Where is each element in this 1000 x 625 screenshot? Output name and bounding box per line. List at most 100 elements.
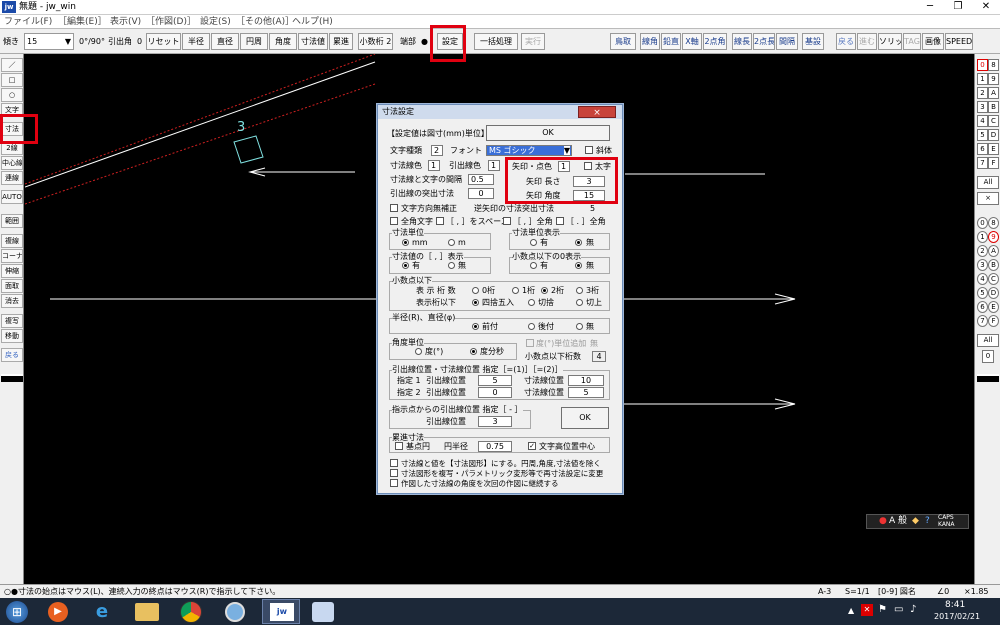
taskbar-jw-button[interactable]: jw bbox=[262, 599, 300, 624]
maximize-button[interactable]: ❐ bbox=[944, 0, 972, 14]
circle-radius-field[interactable]: 0.75 bbox=[478, 441, 512, 452]
layer-group-3[interactable]: 3 bbox=[977, 101, 988, 113]
mail-icon[interactable] bbox=[225, 602, 245, 622]
font-type-field[interactable]: 2 bbox=[431, 145, 443, 156]
layer-group-f[interactable]: F bbox=[988, 157, 999, 169]
layer-3[interactable]: 3 bbox=[977, 259, 988, 271]
cumulative-button[interactable]: 累進 bbox=[329, 33, 353, 50]
comma-yes-radio[interactable] bbox=[402, 262, 409, 269]
slant-checkbox[interactable] bbox=[585, 146, 593, 154]
layer-c[interactable]: C bbox=[988, 273, 999, 285]
erase-tool[interactable]: 消去 bbox=[1, 294, 23, 308]
none-radio[interactable] bbox=[576, 323, 583, 330]
layer-zero[interactable]: 0 bbox=[982, 350, 994, 363]
reverse-arrow-value[interactable]: 5 bbox=[590, 203, 595, 214]
unit-show-yes-radio[interactable] bbox=[530, 239, 537, 246]
layer-group-2[interactable]: 2 bbox=[977, 87, 988, 99]
parallel-line-tool[interactable]: 複線 bbox=[1, 234, 23, 248]
angle-decimal-field[interactable]: 4 bbox=[592, 351, 606, 362]
dialog-close-button[interactable]: × bbox=[578, 106, 616, 118]
layer-1[interactable]: 1 bbox=[977, 231, 988, 243]
undo-tool[interactable]: 戻る bbox=[1, 348, 23, 362]
tool-tottori[interactable]: 鳥取 bbox=[610, 33, 636, 50]
image-button[interactable]: 画像 bbox=[922, 33, 944, 50]
leader-color-field[interactable]: 1 bbox=[488, 160, 500, 171]
speed-button[interactable]: SPEED bbox=[945, 33, 973, 50]
tool-base-setting[interactable]: 基設 bbox=[802, 33, 824, 50]
text-direction-checkbox[interactable] bbox=[390, 204, 398, 212]
layer-4[interactable]: 4 bbox=[977, 273, 988, 285]
menu-view[interactable]: 表示(V) bbox=[110, 16, 141, 28]
range-tool[interactable]: 範囲 bbox=[1, 214, 23, 228]
execute-button[interactable]: 実行 bbox=[521, 33, 545, 50]
digits-0-radio[interactable] bbox=[472, 287, 479, 294]
round-up-radio[interactable] bbox=[576, 299, 583, 306]
circumference-button[interactable]: 円周 bbox=[240, 33, 268, 50]
comma-no-radio[interactable] bbox=[448, 262, 455, 269]
layer-group-all[interactable]: All bbox=[977, 176, 999, 189]
layer-group-c[interactable]: C bbox=[988, 115, 999, 127]
digits-1-radio[interactable] bbox=[512, 287, 519, 294]
minimize-button[interactable]: ─ bbox=[916, 0, 944, 14]
tool-vertical[interactable]: 鉛直 bbox=[661, 33, 681, 50]
solid-button[interactable]: ソリッド bbox=[878, 33, 902, 50]
layer-group-8[interactable]: 8 bbox=[988, 59, 999, 71]
chrome-icon[interactable] bbox=[180, 601, 202, 623]
continue-angle-checkbox[interactable] bbox=[390, 479, 398, 487]
close-button[interactable]: ✕ bbox=[972, 0, 1000, 14]
layer-7[interactable]: 7 bbox=[977, 315, 988, 327]
tool-2pt-length[interactable]: 2点長 bbox=[753, 33, 775, 50]
rectangle-tool[interactable]: □ bbox=[1, 73, 23, 87]
gap-field[interactable]: 0.5 bbox=[468, 174, 494, 185]
tool-interval[interactable]: 間隔 bbox=[776, 33, 798, 50]
layer-group-0[interactable]: 0 bbox=[977, 59, 988, 71]
layer-6[interactable]: 6 bbox=[977, 301, 988, 313]
layer-0[interactable]: 0 bbox=[977, 217, 988, 229]
decimal-button[interactable]: 小数桁 2 bbox=[358, 33, 393, 50]
round-half-radio[interactable] bbox=[472, 299, 479, 306]
layer-2[interactable]: 2 bbox=[977, 245, 988, 257]
dms-radio[interactable] bbox=[470, 348, 477, 355]
layer-group-7[interactable]: 7 bbox=[977, 157, 988, 169]
circle-tool[interactable]: ○ bbox=[1, 88, 23, 102]
zoom-status[interactable]: ×1.85 bbox=[964, 586, 989, 597]
angle-toggle[interactable]: 0°/90° bbox=[79, 33, 105, 50]
unit-mm-radio[interactable] bbox=[402, 239, 409, 246]
auto-tool[interactable]: AUTO bbox=[1, 190, 23, 204]
start-icon[interactable]: ⊞ bbox=[6, 601, 28, 623]
spec1-dim-field[interactable]: 10 bbox=[568, 375, 604, 386]
center-line-tool[interactable]: 中心線 bbox=[1, 156, 23, 170]
clock-date[interactable]: 2017/02/21 bbox=[934, 612, 980, 621]
paper-size[interactable]: A-3 bbox=[818, 586, 831, 597]
layer-group-9[interactable]: 9 bbox=[988, 73, 999, 85]
protrude-field[interactable]: 0 bbox=[468, 188, 494, 199]
comma-full-checkbox[interactable] bbox=[503, 217, 511, 225]
base-circle-checkbox[interactable] bbox=[395, 442, 403, 450]
tray-expand-icon[interactable]: ▲ bbox=[848, 606, 854, 615]
ime-bar[interactable]: ● A 般 ◆ ? CAPS KANA bbox=[866, 514, 969, 529]
digits-2-radio[interactable] bbox=[541, 287, 548, 294]
copy-tool[interactable]: 複写 bbox=[1, 314, 23, 328]
layer-e[interactable]: E bbox=[988, 301, 999, 313]
layer-group-1[interactable]: 1 bbox=[977, 73, 988, 85]
suffix-radio[interactable] bbox=[528, 323, 535, 330]
security-icon[interactable]: ✕ bbox=[861, 604, 873, 616]
network-icon[interactable]: ▭ bbox=[894, 604, 903, 615]
tool-2pt-angle[interactable]: 2点角 bbox=[703, 33, 727, 50]
continuous-line-tool[interactable]: 連線 bbox=[1, 171, 23, 185]
prefix-radio[interactable] bbox=[472, 323, 479, 330]
menu-settings[interactable]: 設定(S) bbox=[200, 16, 231, 28]
scale[interactable]: S=1/1 bbox=[845, 586, 870, 597]
spec2-leader-field[interactable]: 0 bbox=[478, 387, 512, 398]
text-center-checkbox[interactable]: ✓ bbox=[528, 442, 536, 450]
redo-button[interactable]: 進む bbox=[857, 33, 877, 50]
zero-yes-radio[interactable] bbox=[530, 262, 537, 269]
tool-line-length[interactable]: 線長 bbox=[732, 33, 752, 50]
leader-angle-value[interactable]: 0 bbox=[137, 33, 142, 50]
font-select[interactable]: MS ゴシック ▼ bbox=[486, 145, 572, 156]
pointer-leader-field[interactable]: 3 bbox=[478, 416, 512, 427]
layer-9[interactable]: 9 bbox=[988, 231, 999, 243]
tag-button[interactable]: TAG bbox=[903, 33, 921, 50]
stretch-tool[interactable]: 伸縮 bbox=[1, 264, 23, 278]
folder-icon[interactable] bbox=[135, 603, 159, 621]
